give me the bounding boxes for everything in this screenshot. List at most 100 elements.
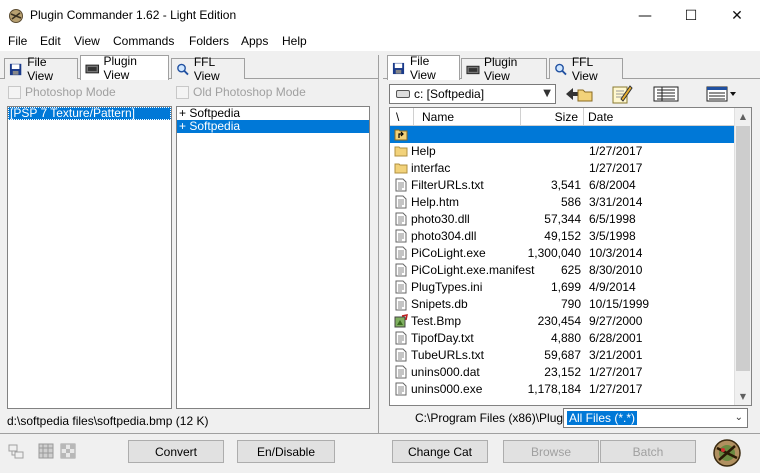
file-icon (394, 195, 408, 209)
file-row[interactable]: Help.htm 586 3/31/2014 (390, 194, 736, 211)
left-tab-ffl-view[interactable]: FFL View (171, 55, 245, 83)
menu-folders[interactable]: Folders (189, 34, 229, 48)
photoshop-mode-checkbox[interactable]: Photoshop Mode (8, 85, 116, 99)
left-tab-plugin-view-label: Plugin View (103, 54, 137, 82)
file-name: photo304.dll (411, 229, 477, 243)
file-row[interactable]: FilterURLs.txt 3,541 6/8/2004 (390, 177, 736, 194)
file-name: Snipets.db (411, 297, 468, 311)
view-mode-dropdown[interactable] (705, 83, 739, 105)
window-title: Plugin Commander 1.62 - Light Edition (30, 8, 237, 22)
current-path: C:\Program Files (x86)\Plugin (415, 411, 573, 425)
file-date: 9/27/2000 (589, 314, 643, 328)
list-view-icon (653, 86, 679, 102)
file-name: FilterURLs.txt (411, 178, 484, 192)
enable-disable-button[interactable]: En/Disable (237, 440, 335, 463)
file-list[interactable]: \ Name Size Date Help 1/27/2017 interfac 1/… (389, 107, 752, 406)
file-icon (394, 365, 408, 379)
film-grid-icon (38, 443, 54, 459)
file-row[interactable]: Help 1/27/2017 (390, 143, 736, 160)
app-logo-icon (713, 439, 741, 467)
right-tab-file-view[interactable]: File View (387, 54, 460, 82)
file-name: TipofDay.txt (411, 331, 474, 345)
batch-button[interactable]: Batch (600, 440, 696, 463)
file-date: 10/15/1999 (589, 297, 650, 311)
menu-view[interactable]: View (74, 34, 100, 48)
file-size: 59,687 (544, 348, 581, 362)
menu-file[interactable]: File (8, 34, 27, 48)
right-tab-ffl-view-label: FFL View (571, 55, 598, 83)
file-icon (394, 331, 408, 345)
drive-select[interactable]: c: [Softpedia] ▼ (389, 84, 556, 104)
list-view-button[interactable] (651, 83, 681, 105)
menu-commands[interactable]: Commands (113, 34, 174, 48)
file-filter-select[interactable]: All Files (*.*) ⌄ (563, 408, 748, 428)
file-date: 3/5/1998 (589, 229, 636, 243)
file-icon (394, 178, 408, 192)
file-icon (394, 297, 408, 311)
file-size: 625 (560, 263, 581, 277)
left-tab-plugin-view[interactable]: Plugin View (80, 54, 169, 82)
close-button[interactable]: ✕ (714, 0, 760, 31)
checkbox-box (8, 85, 21, 99)
file-size: 586 (560, 195, 581, 209)
file-row[interactable]: Snipets.db 790 10/15/1999 (390, 296, 736, 313)
menu-apps[interactable]: Apps (241, 34, 268, 48)
file-name: Help (411, 144, 436, 158)
file-row[interactable]: PlugTypes.ini 1,699 4/9/2014 (390, 279, 736, 296)
chevron-down-icon: ▼ (543, 88, 551, 99)
chevron-down-icon: ⌄ (734, 412, 743, 423)
file-name: PiCoLight.exe.manifest (411, 263, 535, 277)
file-row[interactable]: PiCoLight.exe.manifest 625 8/30/2010 (390, 262, 736, 279)
column-date[interactable]: Date (584, 108, 736, 126)
scrollbar-thumb[interactable] (736, 126, 750, 371)
file-size: 230,454 (537, 314, 581, 328)
file-row[interactable]: unins000.dat 23,152 1/27/2017 (390, 364, 736, 381)
left-pane: File View Plugin View FFL View Photoshop… (0, 54, 378, 433)
file-row[interactable]: photo30.dll 57,344 6/5/1998 (390, 211, 736, 228)
change-category-button[interactable]: Change Cat (392, 440, 488, 463)
minimize-button[interactable]: — (622, 0, 668, 31)
file-row[interactable]: TipofDay.txt 4,880 6/28/2001 (390, 330, 736, 347)
notepad-pencil-icon (612, 85, 633, 104)
column-sort-indicator[interactable]: \ (390, 108, 414, 126)
convert-button[interactable]: Convert (128, 440, 224, 463)
left-tab-file-view[interactable]: File View (4, 55, 78, 83)
plugin-item[interactable]: + Softpedia (177, 120, 369, 133)
scroll-up-icon[interactable]: ▲ (735, 108, 751, 125)
menu-edit[interactable]: Edit (40, 34, 61, 48)
parent-folder-button[interactable] (563, 83, 595, 105)
file-row[interactable]: PiCoLight.exe 1,300,040 10/3/2014 (390, 245, 736, 262)
file-name: photo30.dll (411, 212, 470, 226)
drive-icon (396, 90, 410, 98)
edit-note-button[interactable] (609, 83, 635, 105)
checkbox-box (176, 85, 189, 99)
file-row[interactable]: photo304.dll 49,152 3/5/1998 (390, 228, 736, 245)
scroll-down-icon[interactable]: ▼ (735, 388, 751, 405)
browse-button[interactable]: Browse (503, 440, 599, 463)
file-list-scrollbar[interactable]: ▲ ▼ (734, 108, 751, 405)
file-icon (394, 382, 408, 396)
file-row[interactable] (390, 126, 736, 143)
file-date: 3/21/2001 (589, 348, 643, 362)
category-item[interactable]: [PSP 7 Texture/Pattern] (8, 107, 171, 120)
file-row[interactable]: unins000.exe 1,178,184 1/27/2017 (390, 381, 736, 398)
file-row[interactable]: Test.Bmp 230,454 9/27/2000 (390, 313, 736, 330)
file-row[interactable]: interfac 1/27/2017 (390, 160, 736, 177)
file-date: 10/3/2014 (589, 246, 643, 260)
plugin-list[interactable]: + Softpedia + Softpedia (176, 106, 370, 409)
maximize-button[interactable]: ☐ (668, 0, 714, 31)
checker-grid-icon (60, 443, 76, 459)
right-tab-ffl-view[interactable]: FFL View (549, 55, 623, 83)
file-row[interactable]: TubeURLs.txt 59,687 3/21/2001 (390, 347, 736, 364)
file-size: 49,152 (544, 229, 581, 243)
right-tab-plugin-view[interactable]: Plugin View (461, 55, 547, 83)
title-bar: Plugin Commander 1.62 - Light Edition — … (0, 0, 760, 31)
left-tab-ffl-view-label: FFL View (193, 55, 220, 83)
column-name[interactable]: Name (414, 108, 521, 126)
category-list[interactable]: [PSP 7 Texture/Pattern] (7, 106, 172, 409)
old-photoshop-mode-checkbox[interactable]: Old Photoshop Mode (176, 85, 306, 99)
menu-help[interactable]: Help (282, 34, 307, 48)
column-size[interactable]: Size (521, 108, 584, 126)
file-size: 1,300,040 (527, 246, 581, 260)
file-date: 6/5/1998 (589, 212, 636, 226)
